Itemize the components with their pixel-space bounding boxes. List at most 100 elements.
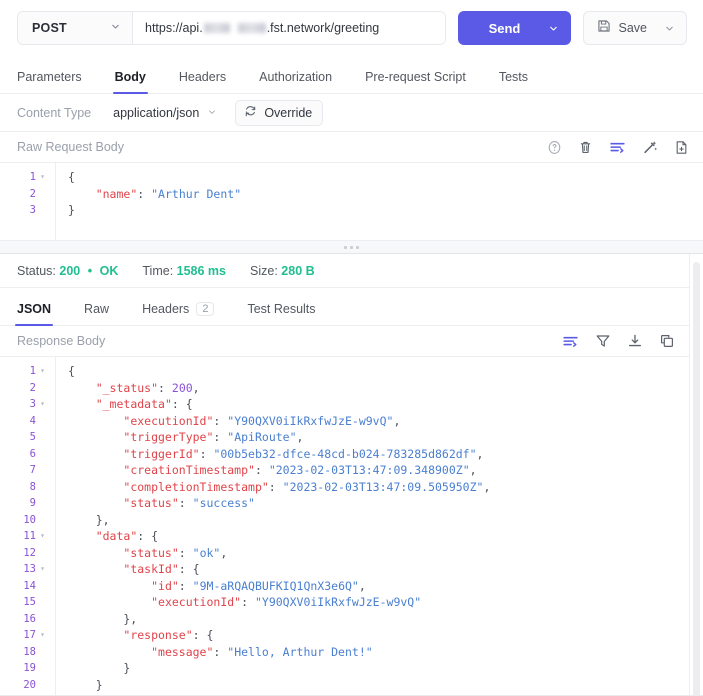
splitter-drag-handle-icon[interactable] <box>344 246 359 249</box>
tab-parameters[interactable]: Parameters <box>17 70 82 93</box>
tab-test-results[interactable]: Test Results <box>247 302 315 325</box>
tab-headers[interactable]: Headers <box>179 70 226 93</box>
time-item: Time: 1586 ms <box>142 264 226 278</box>
line-number: 15 <box>0 594 36 611</box>
format-lines-icon[interactable] <box>609 139 626 156</box>
trash-icon[interactable] <box>578 140 593 155</box>
code-line: "_status": 200, <box>68 380 689 397</box>
raw-request-body-header: Raw Request Body <box>0 132 703 162</box>
tab-headers-label: Headers <box>179 70 226 84</box>
line-number: 9 <box>0 495 36 512</box>
line-number: 4 <box>0 413 36 430</box>
fold-arrow-icon[interactable]: ▾ <box>36 561 49 578</box>
line-number: 12 <box>0 545 36 562</box>
gutter-line: 8 <box>0 479 55 496</box>
gutter-line: 9 <box>0 495 55 512</box>
gutter-line: 14 <box>0 578 55 595</box>
save-button-label: Save <box>619 21 648 35</box>
line-number: 3 <box>0 396 36 413</box>
request-body-editor[interactable]: 1▾23 { "name": "Arthur Dent"} <box>0 162 703 240</box>
gutter-line: 20 <box>0 677 55 694</box>
url-redacted-part-2 <box>238 23 266 33</box>
api-client-window: POST https://api..fst.network/greeting S… <box>0 0 703 696</box>
help-icon[interactable] <box>547 140 562 155</box>
refresh-icon <box>244 105 257 121</box>
filter-icon[interactable] <box>595 333 611 349</box>
gutter-line: 3 <box>0 202 55 219</box>
status-separator-dot: • <box>88 264 92 278</box>
line-number: 13 <box>0 561 36 578</box>
response-body-header: Response Body <box>0 326 689 356</box>
tab-pre-request-script[interactable]: Pre-request Script <box>365 70 466 93</box>
line-number: 2 <box>0 380 36 397</box>
content-type-label: Content Type <box>17 106 91 120</box>
tab-response-headers[interactable]: Headers2 <box>142 302 214 325</box>
gutter-line: 6 <box>0 446 55 463</box>
gutter-line: 17▾ <box>0 627 55 644</box>
fold-arrow-icon[interactable]: ▾ <box>36 363 49 380</box>
send-button[interactable]: Send <box>458 11 571 45</box>
code-line: }, <box>68 611 689 628</box>
response-body-editor[interactable]: 1▾23▾4567891011▾1213▾14151617▾181920 { "… <box>0 356 689 696</box>
status-text: OK <box>100 264 119 278</box>
response-code[interactable]: { "_status": 200, "_metadata": { "execut… <box>56 357 689 696</box>
response-scrollbar-thumb[interactable] <box>693 262 700 696</box>
save-disk-icon <box>597 19 611 38</box>
code-line: }, <box>68 512 689 529</box>
line-number: 5 <box>0 429 36 446</box>
chevron-down-icon <box>207 106 217 120</box>
save-options-chevron-down-icon[interactable] <box>655 23 675 34</box>
code-line: "completionTimestamp": "2023-02-03T13:47… <box>68 479 689 496</box>
line-number: 3 <box>0 202 36 219</box>
response-body-title: Response Body <box>17 334 562 348</box>
code-line: "id": "9M-aRQAQBUFKIQ1QnX3e6Q", <box>68 578 689 595</box>
url-prefix-text: https://api. <box>145 21 203 35</box>
file-add-icon[interactable] <box>674 140 689 155</box>
override-button[interactable]: Override <box>235 100 323 126</box>
request-gutter: 1▾23 <box>0 163 56 240</box>
gutter-line: 2 <box>0 186 55 203</box>
content-type-dropdown[interactable]: application/json <box>113 106 217 120</box>
fold-arrow-icon[interactable]: ▾ <box>36 528 49 545</box>
line-number: 20 <box>0 677 36 694</box>
url-redacted-part-1 <box>204 23 230 33</box>
url-input[interactable]: https://api..fst.network/greeting <box>133 12 445 44</box>
tab-raw[interactable]: Raw <box>84 302 109 325</box>
tab-authorization-label: Authorization <box>259 70 332 84</box>
gutter-line: 4 <box>0 413 55 430</box>
copy-icon[interactable] <box>659 333 675 349</box>
line-number: 14 <box>0 578 36 595</box>
content-type-value: application/json <box>113 106 199 120</box>
gutter-line: 19 <box>0 660 55 677</box>
tab-json[interactable]: JSON <box>17 302 51 325</box>
fold-arrow-icon[interactable]: ▾ <box>36 396 49 413</box>
tab-pre-request-script-label: Pre-request Script <box>365 70 466 84</box>
code-line: { <box>68 169 703 186</box>
gutter-line: 1▾ <box>0 363 55 380</box>
response-scrollbar[interactable] <box>689 254 703 696</box>
response-status-line: Status: 200 • OK Time: 1586 ms Size: 280… <box>0 254 689 288</box>
http-method-dropdown[interactable]: POST <box>18 12 133 44</box>
code-line: } <box>68 660 689 677</box>
size-value: 280 B <box>281 264 314 278</box>
code-line: "data": { <box>68 528 689 545</box>
gutter-line: 11▾ <box>0 528 55 545</box>
download-icon[interactable] <box>627 333 643 349</box>
request-url-bar: POST https://api..fst.network/greeting S… <box>0 0 703 56</box>
code-line: "executionId": "Y90QXV0iIkRxfwJzE-w9vQ" <box>68 594 689 611</box>
request-body-toolbar <box>547 139 689 156</box>
fold-arrow-icon[interactable]: ▾ <box>36 169 49 186</box>
save-button[interactable]: Save <box>583 11 688 45</box>
format-lines-icon[interactable] <box>562 333 579 350</box>
tab-tests[interactable]: Tests <box>499 70 528 93</box>
request-code[interactable]: { "name": "Arthur Dent"} <box>56 163 703 240</box>
line-number: 8 <box>0 479 36 496</box>
method-and-url-group: POST https://api..fst.network/greeting <box>17 11 446 45</box>
panel-splitter[interactable] <box>0 240 703 254</box>
send-options-chevron-down-icon[interactable] <box>544 23 571 34</box>
tab-authorization[interactable]: Authorization <box>259 70 332 93</box>
fold-arrow-icon[interactable]: ▾ <box>36 627 49 644</box>
tab-body[interactable]: Body <box>115 70 146 93</box>
response-panel: Status: 200 • OK Time: 1586 ms Size: 280… <box>0 254 703 696</box>
magic-wand-icon[interactable] <box>642 139 658 155</box>
